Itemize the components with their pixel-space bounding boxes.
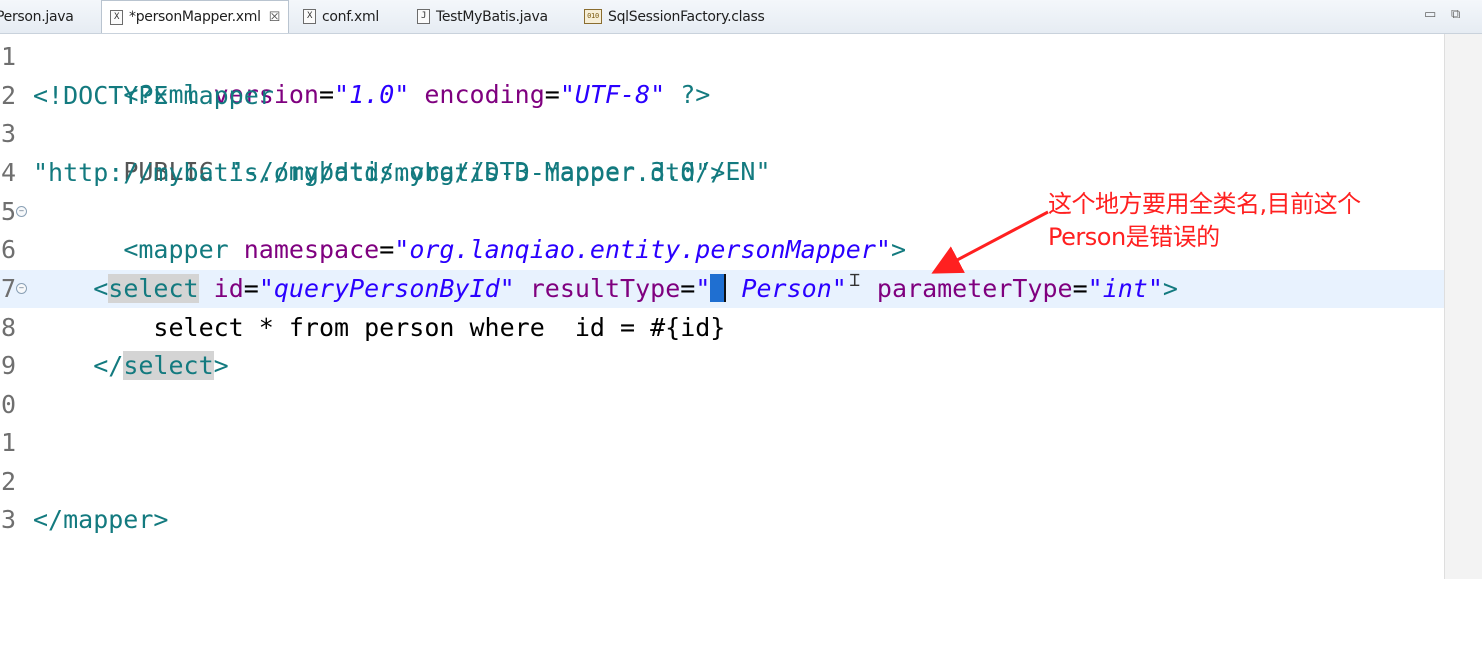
fold-toggle-icon[interactable]: − <box>16 283 27 294</box>
tag-bracket: < <box>93 274 109 303</box>
annotation-arrow-icon <box>931 210 1049 274</box>
equals: = <box>1072 274 1088 303</box>
xml-file-icon: X <box>110 9 123 25</box>
code-line-1[interactable]: 1 <?xml version="1.0" encoding="UTF-8" ?… <box>0 38 1444 109</box>
line-number: 4 <box>0 158 16 187</box>
code-line-7[interactable]: 7 − <select id="queryPersonById" resultT… <box>0 270 1444 308</box>
tab-conf-xml[interactable]: X conf.xml <box>303 0 379 33</box>
line-number: 3 <box>0 119 16 148</box>
line-number: 9 <box>0 351 16 380</box>
vertical-scrollbar[interactable] <box>1444 34 1482 579</box>
select-close-tag-name: select <box>123 351 214 380</box>
line-number: 0 <box>0 390 16 419</box>
tab-label: conf.xml <box>322 8 379 25</box>
line-number: 3 <box>0 505 16 534</box>
doctype-text: <!DOCTYPE mapper <box>33 81 274 110</box>
code-line-4[interactable]: 4 "http://mybatis.org/dtd/mybatis-3-mapp… <box>0 154 1444 192</box>
code-line-12[interactable]: 2 <box>0 463 1444 501</box>
code-line-10[interactable]: 0 <box>0 386 1444 424</box>
tab-person-mapper-xml[interactable]: X *personMapper.xml ☒ <box>101 0 290 33</box>
tag-bracket: </ <box>93 351 124 380</box>
value-id: "queryPersonById" <box>258 274 515 303</box>
line-number: 5 <box>0 197 16 226</box>
class-file-icon: 010 <box>584 9 602 24</box>
line-number: 2 <box>0 467 16 496</box>
tab-person-java[interactable]: Person.java <box>0 0 74 33</box>
code-line-8[interactable]: 8 select * from person where id = #{id} <box>0 309 1444 347</box>
close-icon[interactable]: ☒ <box>269 10 281 25</box>
xml-editor[interactable]: 1 <?xml version="1.0" encoding="UTF-8" ?… <box>0 34 1444 579</box>
tab-label: *personMapper.xml <box>129 9 261 25</box>
equals: = <box>243 274 259 303</box>
tab-label: TestMyBatis.java <box>436 8 548 25</box>
line-number: 8 <box>0 313 16 342</box>
code-line-3[interactable]: 3 PUBLIC "-//mybatis.org//DTD Mapper 3.0… <box>0 115 1444 186</box>
tag-close: > <box>213 351 229 380</box>
tab-label: Person.java <box>0 8 74 25</box>
sql-statement: select * from person where id = #{id} <box>33 313 726 342</box>
line-number: 1 <box>0 42 16 71</box>
editor-tab-bar: Person.java X *personMapper.xml ☒ X conf… <box>0 0 1482 34</box>
line-number: 1 <box>0 428 16 457</box>
annotation-line-2: Person是错误的 <box>1048 223 1220 251</box>
system-id-string: "http://mybatis.org/dtd/mybatis-3-mapper… <box>33 158 726 187</box>
code-line-9[interactable]: 9 </select> <box>0 347 1444 385</box>
tab-label: SqlSessionFactory.class <box>608 8 765 25</box>
value-parametertype: "int" <box>1087 274 1163 303</box>
line-number: 2 <box>0 81 16 110</box>
fold-toggle-icon[interactable]: − <box>16 206 27 217</box>
mapper-close-tag: </mapper> <box>33 505 169 534</box>
equals: = <box>680 274 696 303</box>
code-line-2[interactable]: 2 <!DOCTYPE mapper <box>0 77 1444 115</box>
select-tag-name: select <box>108 274 199 303</box>
code-line-13[interactable]: 3 </mapper> <box>0 501 1444 539</box>
value-resulttype: Person" <box>741 274 847 303</box>
attr-id: id <box>198 274 244 303</box>
line-number: 7 <box>0 274 16 303</box>
xml-file-icon: X <box>303 9 316 24</box>
annotation-line-1: 这个地方要用全类名,目前这个 <box>1048 190 1361 218</box>
annotation-note: 这个地方要用全类名,目前这个 Person是错误的 <box>1048 188 1361 254</box>
line-number: 6 <box>0 235 16 264</box>
mouse-ibeam-icon: Ɪ <box>850 271 860 291</box>
java-file-icon: J <box>417 9 430 24</box>
value-resulttype-quote: " <box>695 274 711 303</box>
tag-close: > <box>1162 274 1178 303</box>
tab-testmybatis-java[interactable]: J TestMyBatis.java <box>417 0 548 33</box>
maximize-icon[interactable]: ⧉ <box>1451 7 1460 22</box>
code-line-11[interactable]: 1 <box>0 424 1444 462</box>
attr-resulttype: resultType <box>514 274 681 303</box>
minimize-icon[interactable]: ▭ <box>1424 7 1436 22</box>
tab-sqlsessionfactory-class[interactable]: 010 SqlSessionFactory.class <box>584 0 765 33</box>
text-cursor <box>710 274 727 302</box>
